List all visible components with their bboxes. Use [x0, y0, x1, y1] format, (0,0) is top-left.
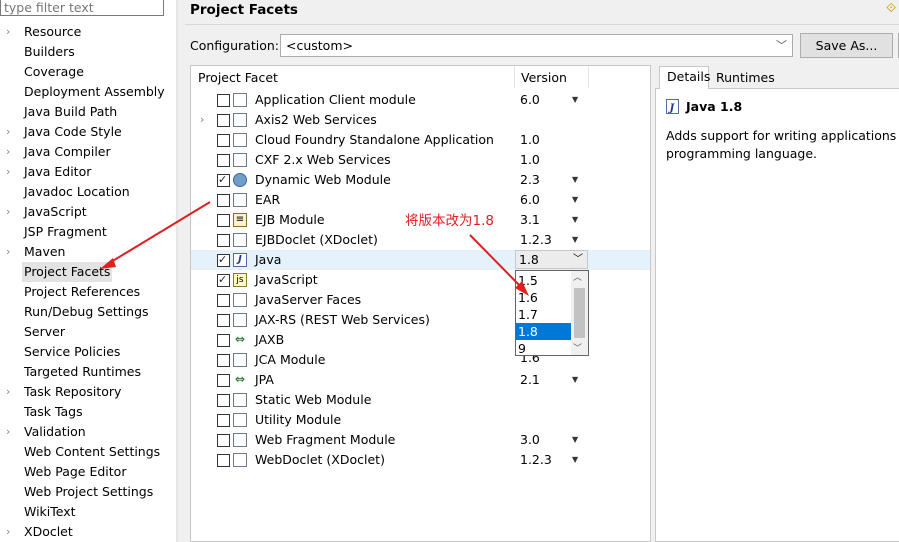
- annotation-arrow-to-project-facets: [100, 201, 211, 269]
- annotation-arrow-to-version-list: [469, 234, 529, 296]
- annotation-arrows: [100, 201, 529, 296]
